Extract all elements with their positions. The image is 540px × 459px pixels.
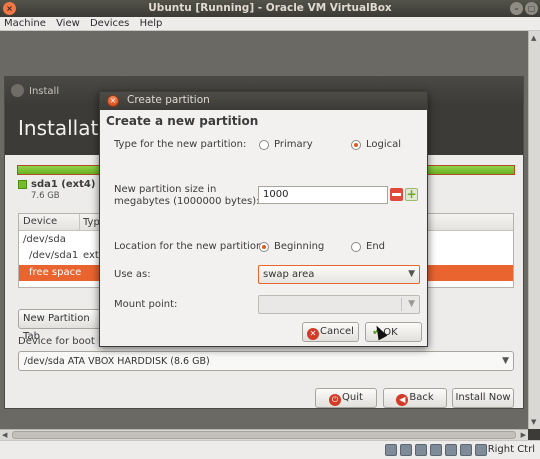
menu-view[interactable]: View xyxy=(52,17,83,31)
partition-type-label: Type for the new partition: xyxy=(114,139,247,150)
network-icon[interactable] xyxy=(430,444,442,456)
mount-point-label: Mount point: xyxy=(114,299,178,310)
vbox-titlebar: × Ubuntu [Running] - Oracle VM VirtualBo… xyxy=(0,0,540,17)
row-device: /dev/sda xyxy=(23,234,66,245)
installer-close-icon[interactable] xyxy=(11,84,24,97)
boot-loader-select[interactable]: /dev/sda ATA VBOX HARDDISK (8.6 GB) ▼ xyxy=(18,351,514,371)
window-title: Ubuntu [Running] - Oracle VM VirtualBox xyxy=(148,2,392,14)
partition-legend-swatch xyxy=(18,180,27,189)
quit-button[interactable]: ⏻ Quit xyxy=(315,388,377,408)
shared-folder-icon[interactable] xyxy=(445,444,457,456)
mount-point-select[interactable]: ▼ xyxy=(258,295,420,314)
partition-size-input[interactable]: 1000 xyxy=(258,186,388,204)
chevron-down-icon: ▼ xyxy=(408,269,415,279)
scroll-up-icon[interactable]: ▲ xyxy=(531,34,536,42)
close-window-icon[interactable]: × xyxy=(3,2,16,15)
maximize-icon[interactable]: ▢ xyxy=(525,2,538,15)
menu-devices[interactable]: Devices xyxy=(86,17,132,31)
scroll-down-icon[interactable]: ▼ xyxy=(531,418,536,426)
scroll-right-icon[interactable]: ▶ xyxy=(521,430,526,440)
radio-beginning-label[interactable]: Beginning xyxy=(274,241,324,252)
radio-beginning[interactable] xyxy=(259,242,269,252)
usb-icon[interactable] xyxy=(415,444,427,456)
location-label: Location for the new partition: xyxy=(114,241,266,252)
radio-primary-label[interactable]: Primary xyxy=(274,139,313,150)
scrollbar-thumb[interactable] xyxy=(12,431,516,439)
dialog-heading: Create a new partition xyxy=(106,114,259,128)
radio-logical[interactable] xyxy=(351,140,361,150)
decrease-icon[interactable] xyxy=(390,188,403,201)
boot-loader-label: Device for boot lo xyxy=(18,336,107,347)
chevron-down-icon: ▼ xyxy=(408,299,415,309)
menubar: Machine View Devices Help xyxy=(0,17,540,31)
new-partition-table-button[interactable]: New Partition Tab xyxy=(18,309,110,342)
back-label: Back xyxy=(409,392,434,403)
host-key-label: Right Ctrl xyxy=(487,444,535,455)
use-as-value: swap area xyxy=(263,269,315,280)
guest-display[interactable]: Install Installation sda1 (ext4) 7.6 GB … xyxy=(0,31,528,429)
horizontal-scrollbar[interactable]: ◀ ▶ xyxy=(0,429,528,440)
radio-end-label[interactable]: End xyxy=(366,241,385,252)
cancel-label: Cancel xyxy=(320,326,354,337)
menu-help[interactable]: Help xyxy=(136,17,166,31)
use-as-label: Use as: xyxy=(114,269,151,280)
cancel-button[interactable]: ✕ Cancel xyxy=(302,322,359,342)
partition-legend-size: 7.6 GB xyxy=(31,191,60,201)
vbox-statusbar: Right Ctrl xyxy=(0,440,540,459)
vertical-scrollbar[interactable]: ▲ ▼ xyxy=(528,31,540,429)
partition-size-label-line2: megabytes (1000000 bytes): xyxy=(114,196,260,207)
partition-legend-name: sda1 (ext4) xyxy=(31,179,96,190)
create-partition-dialog: × Create partition Create a new partitio… xyxy=(99,91,428,347)
dialog-close-icon[interactable]: × xyxy=(107,95,119,107)
scroll-left-icon[interactable]: ◀ xyxy=(2,430,7,440)
boot-loader-value: /dev/sda ATA VBOX HARDDISK (8.6 GB) xyxy=(24,356,210,367)
optical-drive-icon[interactable] xyxy=(400,444,412,456)
partition-size-label-line1: New partition size in xyxy=(114,184,217,195)
cancel-icon: ✕ xyxy=(307,328,319,340)
back-button[interactable]: ◀ Back xyxy=(383,388,447,408)
back-arrow-icon: ◀ xyxy=(396,394,409,406)
chevron-down-icon: ▼ xyxy=(502,356,509,366)
radio-primary[interactable] xyxy=(259,140,269,150)
radio-logical-label[interactable]: Logical xyxy=(366,139,401,150)
hard-disk-icon[interactable] xyxy=(385,444,397,456)
increase-icon[interactable]: + xyxy=(405,188,418,201)
column-header-device[interactable]: Device xyxy=(23,216,57,227)
radio-end[interactable] xyxy=(351,242,361,252)
use-as-select[interactable]: swap area ▼ xyxy=(258,265,420,284)
minimize-icon[interactable]: – xyxy=(510,2,523,15)
combo-separator xyxy=(401,298,402,311)
keyboard-capture-icon[interactable] xyxy=(475,444,487,456)
menu-machine[interactable]: Machine xyxy=(0,17,49,31)
mouse-integration-icon[interactable] xyxy=(460,444,472,456)
power-icon: ⏻ xyxy=(329,394,342,406)
dialog-title: Create partition xyxy=(127,94,210,106)
install-now-button[interactable]: Install Now xyxy=(452,388,514,408)
row-device: free space xyxy=(29,267,82,278)
quit-label: Quit xyxy=(342,392,363,403)
installer-title: Install xyxy=(29,86,60,97)
dialog-titlebar: × Create partition xyxy=(100,92,427,110)
row-device: /dev/sda1 xyxy=(29,250,79,261)
